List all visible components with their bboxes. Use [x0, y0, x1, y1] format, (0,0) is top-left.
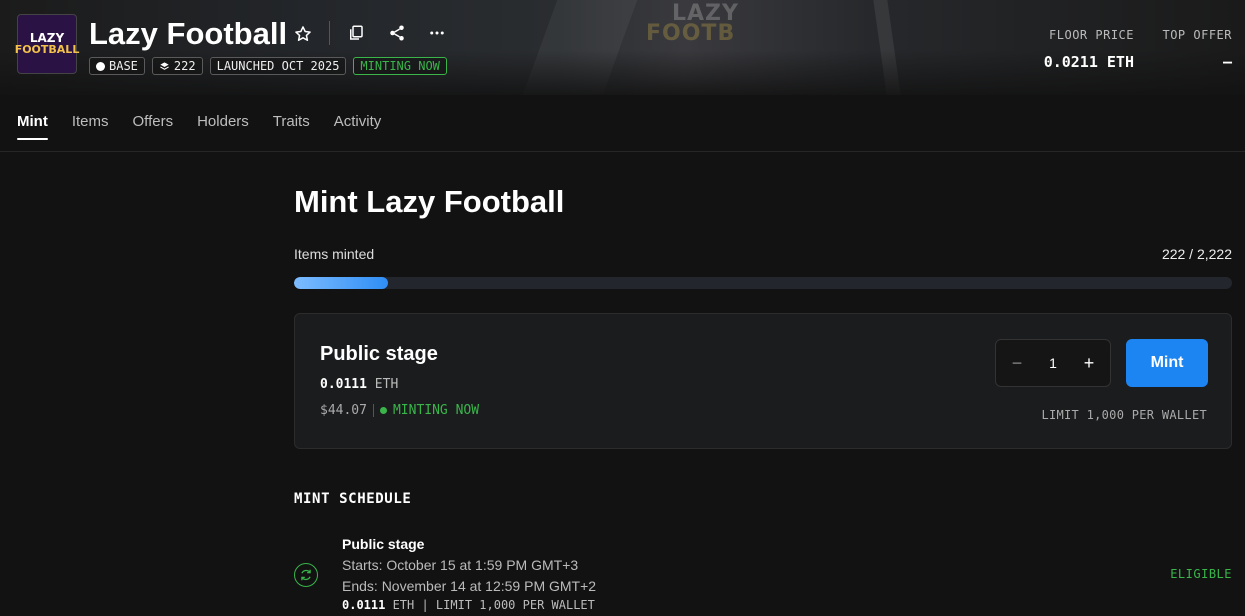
- mint-schedule-title: MINT SCHEDULE: [294, 491, 412, 507]
- stage-usd-price: $44.07: [320, 403, 367, 418]
- quantity-stepper: − 1 +: [995, 339, 1111, 387]
- copy-icon[interactable]: [343, 20, 369, 46]
- collection-badges: BASE 222 LAUNCHED OCT 2025 MINTING NOW: [89, 57, 447, 75]
- eligibility-status: ELIGIBLE: [1170, 567, 1232, 581]
- logo-text-bottom: FOOTBALL: [14, 43, 80, 56]
- increment-button[interactable]: +: [1082, 353, 1096, 374]
- share-icon[interactable]: [384, 20, 410, 46]
- wallet-limit: LIMIT 1,000 PER WALLET: [1041, 408, 1207, 422]
- favorite-star-icon[interactable]: [290, 21, 316, 47]
- schedule-price-amount: 0.0111: [342, 598, 386, 612]
- schedule-price-row: 0.0111 ETH | LIMIT 1,000 PER WALLET: [342, 598, 595, 612]
- collection-tabs: Mint Items Offers Holders Traits Activit…: [17, 112, 381, 140]
- public-stage-card: Public stage 0.0111 ETH $44.07 MINTING N…: [294, 313, 1232, 449]
- tabs-divider: [0, 151, 1245, 152]
- collection-title: Lazy Football: [89, 16, 288, 51]
- chain-badge[interactable]: BASE: [89, 57, 145, 75]
- chain-badge-label: BASE: [109, 59, 138, 73]
- tab-activity[interactable]: Activity: [334, 112, 382, 140]
- base-chain-icon: [96, 61, 105, 71]
- floor-price-label: FLOOR PRICE: [1049, 28, 1134, 42]
- stage-usd-row: $44.07 MINTING NOW: [320, 403, 479, 418]
- decrement-button[interactable]: −: [1010, 353, 1024, 374]
- banner-decoration: [873, 0, 901, 95]
- schedule-stage-name: Public stage: [342, 536, 425, 552]
- stage-name: Public stage: [320, 343, 438, 365]
- layers-icon: [160, 61, 169, 70]
- top-offer-label: TOP OFFER: [1162, 28, 1232, 42]
- quantity-value[interactable]: 1: [1049, 355, 1057, 371]
- tab-mint[interactable]: Mint: [17, 112, 48, 140]
- top-offer-value: –: [1222, 53, 1232, 71]
- launched-badge: LAUNCHED OCT 2025: [209, 57, 347, 75]
- top-offer-stat: TOP OFFER –: [1162, 28, 1232, 71]
- stage-status: MINTING NOW: [392, 403, 480, 418]
- items-minted-value: 222 / 2,222: [1161, 246, 1232, 262]
- tab-offers[interactable]: Offers: [133, 112, 174, 140]
- tab-holders[interactable]: Holders: [197, 112, 249, 140]
- mint-progress-bar: [294, 277, 1232, 289]
- mint-button[interactable]: Mint: [1126, 339, 1208, 387]
- mint-title: Mint Lazy Football: [294, 184, 565, 219]
- tab-traits[interactable]: Traits: [273, 112, 310, 140]
- stage-price: 0.0111 ETH: [320, 377, 398, 392]
- item-count-label: 222: [173, 59, 196, 73]
- stage-price-amount: 0.0111: [320, 377, 367, 392]
- tab-items[interactable]: Items: [72, 112, 109, 140]
- minting-status-badge: MINTING NOW: [353, 57, 447, 75]
- floor-price-value: 0.0211 ETH: [1043, 53, 1134, 71]
- collection-logo[interactable]: LAZY FOOTBALL: [14, 14, 80, 74]
- banner-artwork: LAZY FOOTB: [646, 1, 739, 46]
- stage-price-currency: ETH: [374, 377, 399, 392]
- schedule-price-details: ETH | LIMIT 1,000 PER WALLET: [385, 598, 595, 612]
- more-options-icon[interactable]: [424, 20, 450, 46]
- floor-price-stat: FLOOR PRICE 0.0211 ETH: [1044, 28, 1134, 71]
- schedule-end-time: Ends: November 14 at 12:59 PM GMT+2: [342, 578, 597, 594]
- header-divider: [329, 21, 330, 45]
- stage-active-icon: [294, 563, 318, 587]
- live-status-dot: [379, 407, 387, 414]
- banner-decoration: [522, 0, 638, 95]
- collection-header: LAZY FOOTB LAZY FOOTBALL Lazy Football BA…: [0, 0, 1245, 95]
- items-minted-label: Items minted: [294, 246, 375, 262]
- usd-separator: [372, 404, 374, 417]
- item-count-badge: 222: [151, 57, 203, 75]
- mint-progress-fill: [294, 277, 388, 289]
- schedule-start-time: Starts: October 15 at 1:59 PM GMT+3: [342, 557, 579, 573]
